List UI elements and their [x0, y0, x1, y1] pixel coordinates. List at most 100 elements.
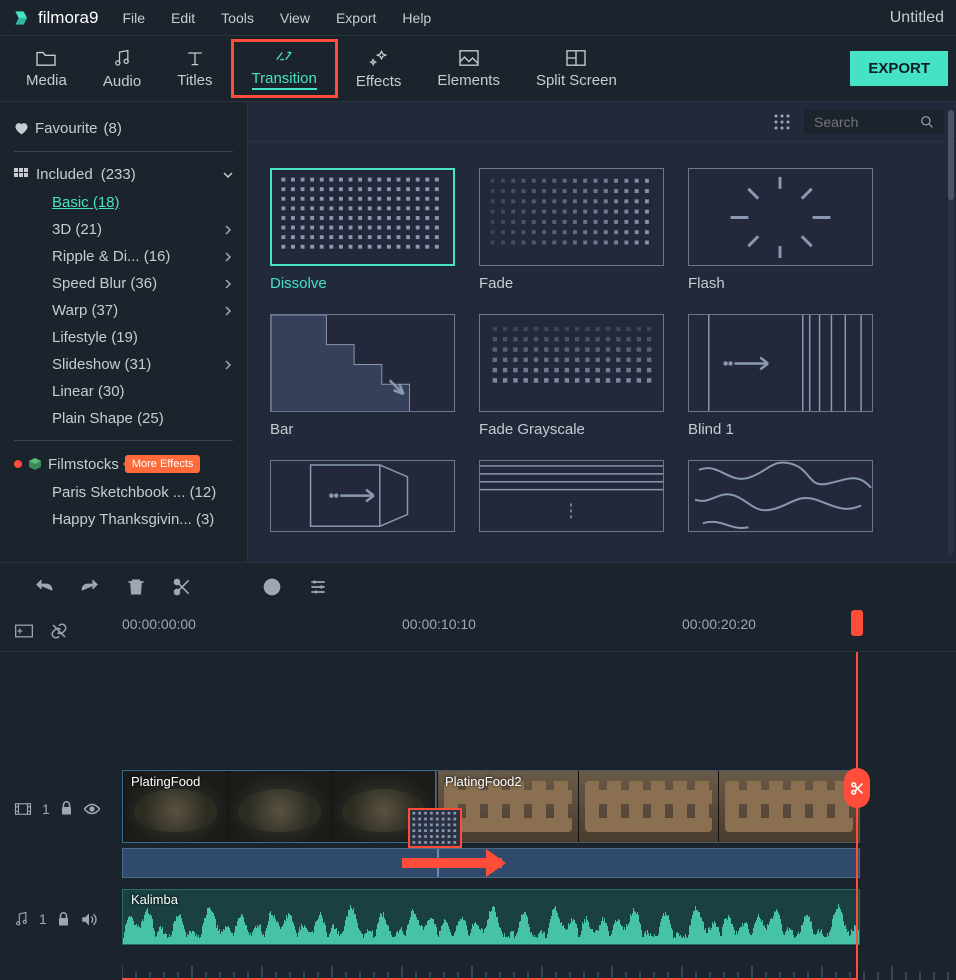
tab-transition-label: Transition	[252, 70, 317, 90]
redo-icon[interactable]	[80, 577, 100, 597]
menu-tools[interactable]: Tools	[221, 10, 254, 26]
lines-thumb-icon	[480, 460, 663, 531]
sidebar-separator	[14, 440, 233, 441]
tab-media-label: Media	[26, 72, 67, 89]
fadegray-thumb-icon	[480, 315, 663, 411]
cat-slideshow[interactable]: Slideshow (31)	[52, 351, 233, 378]
menu-view[interactable]: View	[280, 10, 310, 26]
favourite-count: (8)	[104, 120, 122, 137]
transition-overlay[interactable]	[408, 808, 462, 848]
tab-elements-label: Elements	[437, 72, 500, 89]
speaker-icon[interactable]	[80, 912, 98, 927]
tab-splitscreen[interactable]: Split Screen	[518, 41, 635, 97]
playhead[interactable]	[856, 652, 858, 980]
transition-row3b[interactable]	[479, 460, 664, 532]
sidebar-included[interactable]: Included (233)	[14, 160, 233, 189]
export-button[interactable]: EXPORT	[850, 51, 948, 86]
search-icon	[920, 114, 934, 130]
transition-flash[interactable]: Flash	[688, 168, 873, 292]
playhead-cut-button[interactable]	[844, 768, 870, 808]
search-box[interactable]	[804, 110, 944, 134]
annotation-arrow	[402, 858, 502, 868]
store-item-paris[interactable]: Paris Sketchbook ... (12)	[52, 479, 233, 506]
text-icon	[185, 49, 205, 67]
bar-thumb-icon	[271, 315, 454, 412]
transition-bar[interactable]: Bar	[270, 314, 455, 438]
menu-export[interactable]: Export	[336, 10, 376, 26]
sidebar: Favourite (8) Included (233) Basic (18) …	[0, 102, 248, 562]
playhead-handle[interactable]	[851, 610, 863, 636]
scissors-icon[interactable]	[172, 577, 192, 597]
scrollbar-thumb[interactable]	[948, 110, 954, 200]
add-track-icon[interactable]	[14, 622, 34, 640]
clip-platingfood2[interactable]: PlatingFood2	[436, 770, 860, 843]
tab-transition[interactable]: Transition	[231, 39, 338, 98]
cat-basic[interactable]: Basic (18)	[52, 189, 233, 216]
search-input[interactable]	[814, 114, 920, 130]
sliders-icon[interactable]	[308, 577, 328, 597]
audio-track-body[interactable]: Kalimba	[122, 889, 956, 949]
lock-icon[interactable]	[57, 912, 70, 927]
sidebar-filmstocks[interactable]: Filmstocks More Effects	[14, 449, 233, 479]
filmstocks-label: Filmstocks	[48, 456, 119, 473]
menu-edit[interactable]: Edit	[171, 10, 195, 26]
tab-elements[interactable]: Elements	[419, 41, 518, 97]
scissors-icon	[850, 781, 865, 796]
undo-icon[interactable]	[34, 577, 54, 597]
time-ruler[interactable]: 00:00:00:00 00:00:10:10 00:00:20:20	[0, 610, 956, 652]
ruler-body[interactable]: 00:00:00:00 00:00:10:10 00:00:20:20	[122, 610, 956, 651]
menubar: File Edit Tools View Export Help	[122, 10, 431, 26]
cat-plainshape[interactable]: Plain Shape (25)	[52, 405, 233, 432]
transition-dissolve[interactable]: Dissolve	[270, 168, 455, 292]
more-effects-badge[interactable]: More Effects	[125, 455, 201, 473]
store-item-thanks[interactable]: Happy Thanksgivin... (3)	[52, 506, 233, 533]
cat-lifestyle[interactable]: Lifestyle (19)	[52, 324, 233, 351]
tab-audio[interactable]: Audio	[85, 40, 159, 98]
store-list: Paris Sketchbook ... (12) Happy Thanksgi…	[14, 479, 233, 533]
tabbar: Media Audio Titles Transition Effects El…	[0, 36, 956, 102]
transition-overlay-thumb	[410, 810, 460, 846]
menu-help[interactable]: Help	[402, 10, 431, 26]
scrollbar[interactable]	[948, 110, 954, 554]
transition-fade[interactable]: Fade	[479, 168, 664, 292]
cat-ripple[interactable]: Ripple & Di... (16)	[52, 243, 233, 270]
transition-fadegray[interactable]: Fade Grayscale	[479, 314, 664, 438]
tab-titles-label: Titles	[177, 72, 212, 89]
timeline: 00:00:00:00 00:00:10:10 00:00:20:20 1 Pl…	[0, 610, 956, 980]
chevron-right-icon	[223, 306, 233, 316]
eye-icon[interactable]	[83, 803, 101, 815]
sidebar-favourite[interactable]: Favourite (8)	[14, 114, 233, 143]
video-track-body[interactable]: PlatingFood PlatingFood2	[122, 770, 956, 847]
tab-media[interactable]: Media	[8, 41, 85, 97]
transition-row3c[interactable]	[688, 460, 873, 532]
tab-titles[interactable]: Titles	[159, 41, 230, 97]
grid-view-icon[interactable]	[774, 114, 790, 130]
cat-linear[interactable]: Linear (30)	[52, 378, 233, 405]
chevron-right-icon	[223, 279, 233, 289]
transitions-grid: Dissolve Fade Flash Bar Fade Grayscale B…	[248, 142, 956, 558]
clip-platingfood[interactable]: PlatingFood	[122, 770, 436, 843]
trash-icon[interactable]	[126, 577, 146, 597]
clip-kalimba[interactable]: Kalimba	[122, 889, 860, 945]
dissolve-thumb-icon	[272, 170, 453, 264]
cat-3d[interactable]: 3D (21)	[52, 216, 233, 243]
fade-thumb-icon	[480, 169, 663, 265]
lock-icon[interactable]	[60, 801, 73, 816]
tab-audio-label: Audio	[103, 73, 141, 90]
film-icon	[14, 802, 32, 816]
unlink-icon[interactable]	[50, 622, 68, 640]
app-version: 9	[89, 8, 98, 27]
transition-blind1[interactable]: Blind 1	[688, 314, 873, 438]
cat-warp[interactable]: Warp (37)	[52, 297, 233, 324]
menu-file[interactable]: File	[122, 10, 145, 26]
tab-effects[interactable]: Effects	[338, 40, 420, 98]
grid-toolbar	[248, 102, 956, 142]
transition-row3a[interactable]	[270, 460, 455, 532]
audio-track: 1 Kalimba	[0, 889, 956, 949]
cat-speedblur[interactable]: Speed Blur (36)	[52, 270, 233, 297]
image-icon	[458, 49, 480, 67]
included-count: (233)	[101, 166, 136, 183]
history-icon[interactable]	[262, 577, 282, 597]
category-list: Basic (18) 3D (21) Ripple & Di... (16) S…	[14, 189, 233, 432]
blind-thumb-icon	[689, 315, 872, 412]
